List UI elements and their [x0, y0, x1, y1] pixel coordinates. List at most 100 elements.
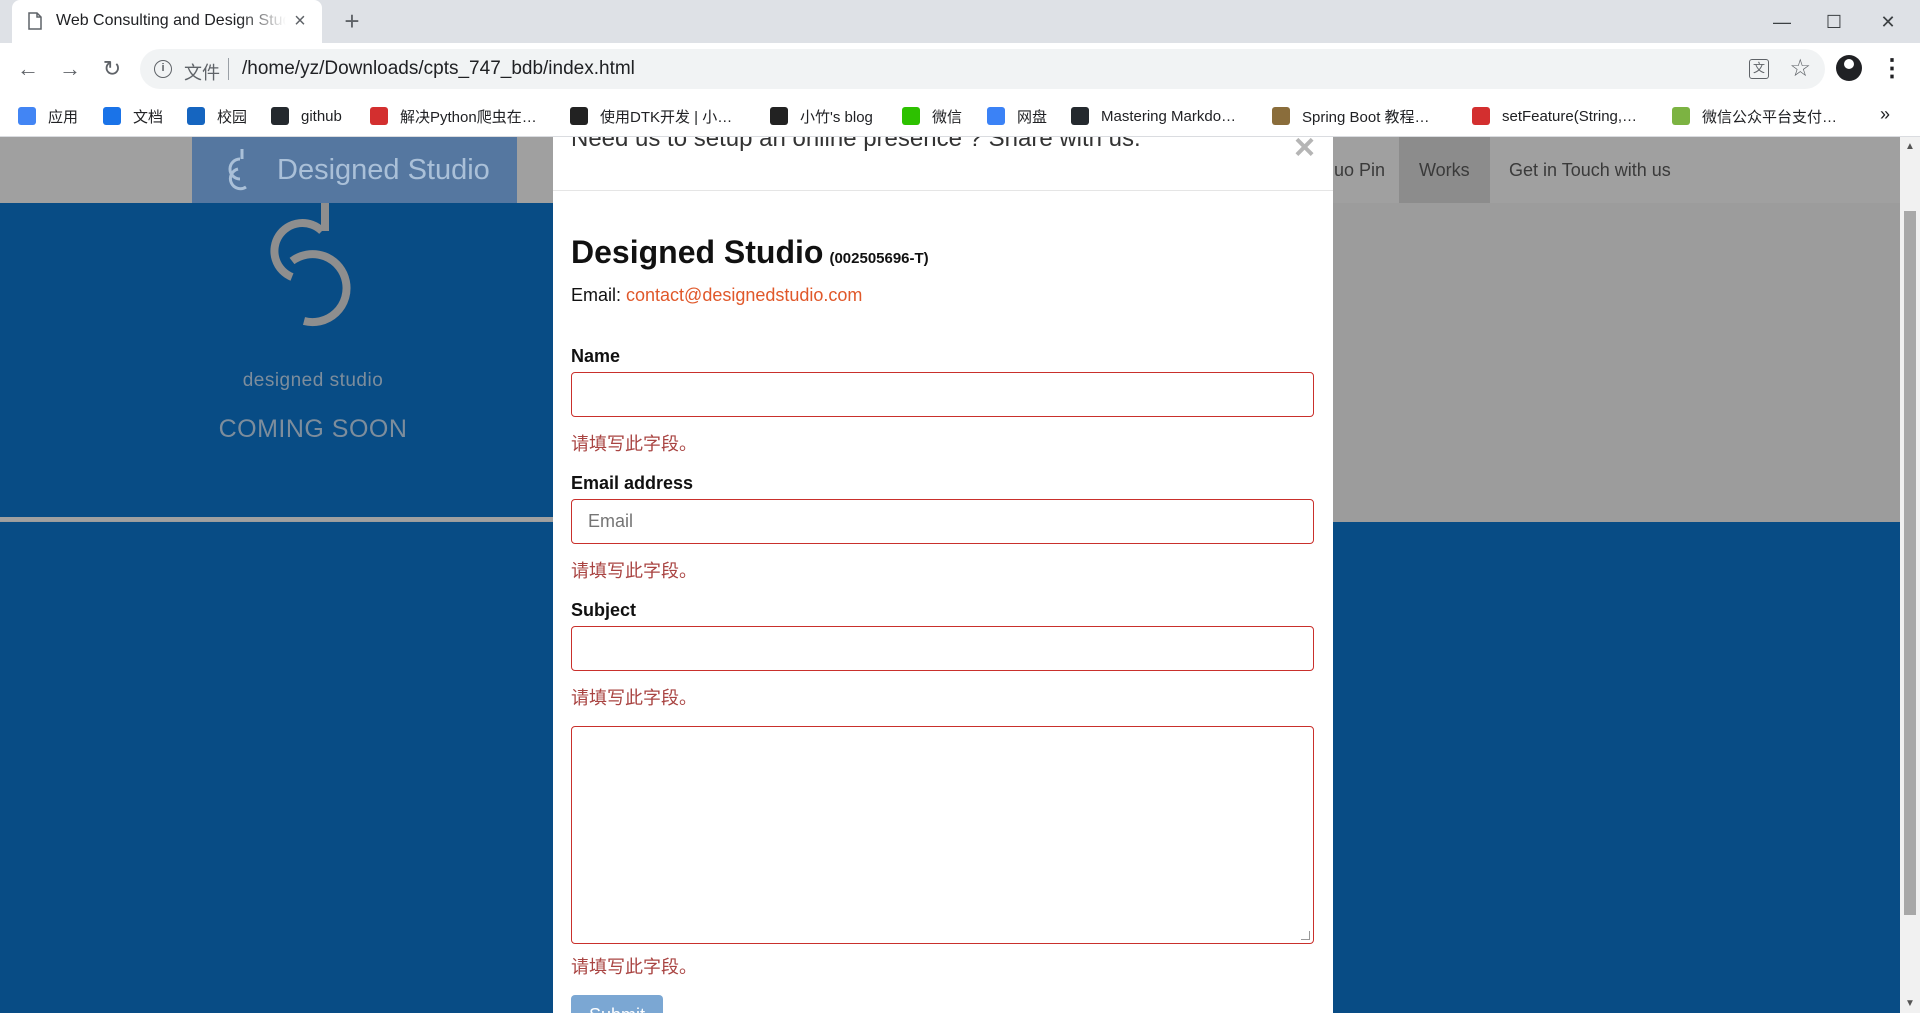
scroll-up-arrow-icon[interactable]: ▲ — [1905, 141, 1915, 152]
coming-soon-text: COMING SOON — [218, 415, 408, 443]
site-logo[interactable]: Designed Studio — [192, 137, 517, 203]
bookmark-item[interactable]: github — [271, 104, 342, 128]
email-error: 请填写此字段。 — [571, 561, 697, 581]
bookmark-favicon-icon — [570, 107, 588, 125]
bookmark-label: 校园 — [217, 108, 248, 126]
subject-error: 请填写此字段。 — [571, 688, 697, 708]
bookmark-label: 解决Python爬虫在… — [400, 108, 537, 126]
new-tab-button[interactable]: + — [338, 8, 366, 36]
scroll-down-arrow-icon[interactable]: ▼ — [1905, 998, 1915, 1009]
nav-link-works[interactable]: Works — [1399, 137, 1490, 203]
page-icon — [28, 12, 42, 30]
bookmarks-bar: 微信公众平台支付… setFeature(String,… Spring Boot … — [0, 95, 1920, 137]
email-field[interactable] — [571, 499, 1314, 544]
nav-link-contact[interactable]: Get in Touch with us — [1489, 137, 1691, 203]
contact-modal: Need us to setup an online presence ? Sh… — [553, 137, 1333, 1013]
browser-tab[interactable]: Web Consulting and Design Studio × — [12, 0, 322, 43]
forward-button[interactable]: → — [54, 53, 86, 85]
bookmark-item[interactable]: 微信公众平台支付… — [1672, 104, 1837, 128]
bookmark-label: Mastering Markdo… — [1101, 107, 1237, 125]
bookmark-label: 文档 — [133, 108, 164, 126]
company-name: Designed Studio — [571, 234, 824, 270]
hero-brand-text: designed studio — [242, 370, 384, 391]
bookmark-favicon-icon — [1071, 107, 1089, 125]
message-textarea[interactable] — [571, 726, 1314, 944]
tab-close-icon[interactable]: × — [288, 9, 312, 33]
bookmark-favicon-icon — [770, 107, 788, 125]
page-viewport: Designed Studio uo Pin Works Get in Touc… — [0, 137, 1900, 1013]
bookmark-label: 使用DTK开发 | 小… — [600, 108, 733, 126]
close-window-button[interactable]: ✕ — [1868, 8, 1908, 36]
omnibox-separator — [228, 58, 229, 80]
bookmark-favicon-icon — [1672, 107, 1690, 125]
company-email-line: Email: contact@designedstudio.com — [571, 285, 862, 306]
subject-label: Subject — [571, 600, 637, 620]
bookmark-item[interactable]: 微信 — [902, 104, 962, 128]
info-icon[interactable]: i — [154, 60, 172, 78]
email-address-label: Email address — [571, 473, 694, 493]
scheme-label: 文件 — [184, 63, 220, 83]
email-line-label: Email: — [571, 285, 627, 305]
bookmark-label: 小竹's blog — [800, 108, 873, 126]
bookmark-label: 应用 — [48, 108, 79, 126]
bookmark-favicon-icon — [1472, 107, 1490, 125]
tab-title: Web Consulting and Design Studio — [56, 12, 286, 29]
subject-field[interactable] — [571, 626, 1314, 671]
bookmark-item[interactable]: 使用DTK开发 | 小… — [570, 104, 732, 128]
back-button[interactable]: ← — [12, 53, 44, 85]
maximize-button[interactable]: ☐ — [1814, 8, 1854, 36]
bookmark-item[interactable]: 解决Python爬虫在… — [370, 104, 537, 128]
hero-logo-icon — [270, 203, 351, 327]
company-registration: (002505696-T) — [829, 250, 929, 267]
modal-title: Need us to setup an online presence ? Sh… — [571, 137, 1141, 152]
bookmark-item[interactable]: 文档 — [103, 104, 163, 128]
reload-button[interactable]: ↻ — [96, 53, 128, 85]
modal-header: Need us to setup an online presence ? Sh… — [553, 137, 1333, 191]
bookmark-label: github — [301, 107, 342, 125]
name-error: 请填写此字段。 — [571, 434, 697, 454]
page-scrollbar[interactable]: ▲ ▼ — [1900, 137, 1920, 1013]
url-text[interactable]: /home/yz/Downloads/cpts_747_bdb/index.ht… — [242, 58, 635, 80]
bookmark-favicon-icon — [187, 107, 205, 125]
profile-avatar-icon[interactable] — [1836, 55, 1862, 81]
bookmark-item[interactable]: setFeature(String,… — [1472, 104, 1637, 128]
bookmark-label: 网盘 — [1017, 108, 1048, 126]
browser-menu-icon[interactable]: ⋮ — [1880, 55, 1904, 83]
bookmark-star-icon[interactable]: ☆ — [1789, 55, 1811, 83]
bookmark-favicon-icon — [370, 107, 388, 125]
hero-section: designed studio COMING SOON — [0, 203, 640, 517]
bookmark-item[interactable]: 校园 — [187, 104, 247, 128]
bookmark-item[interactable]: Mastering Markdo… — [1071, 104, 1236, 128]
bookmark-item[interactable]: Spring Boot 教程… — [1272, 104, 1430, 128]
bookmark-label: setFeature(String,… — [1502, 107, 1638, 125]
bookmark-label: 微信 — [932, 108, 963, 126]
minimize-button[interactable]: — — [1762, 8, 1802, 36]
bookmark-favicon-icon — [902, 107, 920, 125]
browser-toolbar: ← → ↻ i 文件 /home/yz/Downloads/cpts_747_b… — [0, 43, 1920, 95]
submit-button[interactable]: Submit — [571, 995, 663, 1013]
bookmark-favicon-icon — [987, 107, 1005, 125]
bookmark-label: 微信公众平台支付… — [1702, 108, 1838, 126]
company-email-link[interactable]: contact@designedstudio.com — [626, 285, 862, 305]
scrollbar-thumb[interactable] — [1904, 211, 1916, 915]
bookmark-favicon-icon — [1272, 107, 1290, 125]
bookmarks-overflow-icon[interactable]: » — [1880, 104, 1890, 125]
tab-strip: Web Consulting and Design Studio × + — ☐… — [0, 0, 1920, 43]
bookmark-favicon-icon — [271, 107, 289, 125]
bookmark-favicon-icon — [103, 107, 121, 125]
bookmark-favicon-icon — [18, 107, 36, 125]
translate-icon[interactable]: 文 — [1749, 59, 1769, 79]
bookmark-item[interactable]: 小竹's blog — [770, 104, 873, 128]
bookmark-item[interactable]: 网盘 — [987, 104, 1047, 128]
hero-divider — [0, 517, 640, 521]
bookmark-item[interactable]: 应用 — [18, 104, 78, 128]
name-label: Name — [571, 346, 621, 366]
name-field[interactable] — [571, 372, 1314, 417]
logo-mark-icon — [228, 149, 247, 191]
company-heading: Designed Studio (002505696-T) — [571, 234, 929, 271]
logo-text: Designed Studio — [277, 154, 490, 186]
message-error: 请填写此字段。 — [571, 957, 697, 977]
modal-close-icon[interactable]: × — [1294, 137, 1315, 165]
bookmark-label: Spring Boot 教程… — [1302, 108, 1430, 126]
address-bar[interactable]: i 文件 /home/yz/Downloads/cpts_747_bdb/ind… — [140, 49, 1825, 89]
